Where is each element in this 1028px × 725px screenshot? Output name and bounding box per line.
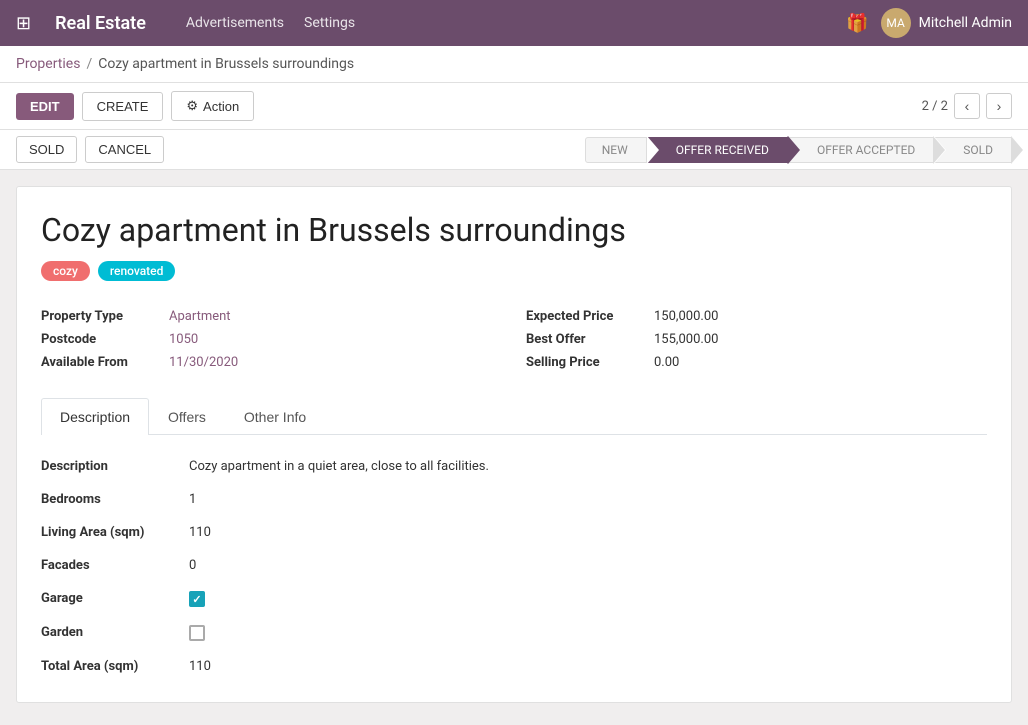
desc-field-facades: Facades 0 [41,554,987,577]
property-title: Cozy apartment in Brussels surroundings [41,211,987,249]
field-property-type: Property Type Apartment [41,305,502,328]
desc-field-total-area: Total Area (sqm) 110 [41,655,987,678]
field-available-from: Available From 11/30/2020 [41,351,502,374]
desc-value-description: Cozy apartment in a quiet area, close to… [189,459,489,474]
top-navigation: ⊞ Real Estate Advertisements Settings 🎁 … [0,0,1028,46]
field-postcode: Postcode 1050 [41,328,502,351]
field-label-expected-price: Expected Price [526,309,646,324]
tag-cozy[interactable]: cozy [41,261,90,281]
gear-icon: ⚙ [186,98,198,114]
checkbox-garage[interactable] [189,591,205,607]
grid-menu-icon[interactable]: ⊞ [16,13,31,34]
field-label-selling-price: Selling Price [526,355,646,370]
tab-offers[interactable]: Offers [149,398,225,435]
desc-value-bedrooms: 1 [189,492,196,507]
property-fields: Property Type Apartment Postcode 1050 Av… [41,305,987,374]
field-label-best-offer: Best Offer [526,332,646,347]
desc-field-bedrooms: Bedrooms 1 [41,488,987,511]
field-value-postcode[interactable]: 1050 [169,332,198,347]
cancel-button[interactable]: CANCEL [85,136,164,163]
fields-right: Expected Price 150,000.00 Best Offer 155… [526,305,987,374]
action-bar: EDIT CREATE ⚙ Action 2 / 2 ‹ › [0,83,1028,130]
user-name: Mitchell Admin [919,15,1012,31]
pipeline-step-offer-accepted[interactable]: OFFER ACCEPTED [788,137,934,163]
action-button[interactable]: ⚙ Action [171,91,254,121]
pager-count: 2 / 2 [922,99,948,114]
form-card: Cozy apartment in Brussels surroundings … [16,186,1012,703]
desc-field-garden: Garden [41,621,987,645]
status-bar: SOLD CANCEL NEW OFFER RECEIVED OFFER ACC… [0,130,1028,170]
desc-value-total-area: 110 [189,659,211,674]
sold-button[interactable]: SOLD [16,136,77,163]
field-value-expected-price: 150,000.00 [654,309,718,324]
pipeline-step-new[interactable]: NEW [585,137,647,163]
desc-label-description: Description [41,459,181,474]
tags: cozy renovated [41,261,987,281]
topnav-right: 🎁 MA Mitchell Admin [846,8,1012,38]
field-best-offer: Best Offer 155,000.00 [526,328,987,351]
create-button[interactable]: CREATE [82,92,164,121]
main-content: Cozy apartment in Brussels surroundings … [0,170,1028,719]
desc-field-description: Description Cozy apartment in a quiet ar… [41,455,987,478]
desc-label-living-area: Living Area (sqm) [41,525,181,540]
pager-next[interactable]: › [986,93,1012,119]
pipeline-step-sold[interactable]: SOLD [934,137,1012,163]
tab-content-description: Description Cozy apartment in a quiet ar… [41,435,987,678]
desc-label-garage: Garage [41,591,181,606]
pipeline: NEW OFFER RECEIVED OFFER ACCEPTED SOLD [585,137,1012,163]
field-label-postcode: Postcode [41,332,161,347]
field-value-selling-price: 0.00 [654,355,679,370]
description-fields: Description Cozy apartment in a quiet ar… [41,455,987,678]
pager-prev[interactable]: ‹ [954,93,980,119]
breadcrumb-separator: / [86,56,92,72]
field-selling-price: Selling Price 0.00 [526,351,987,374]
breadcrumb-parent[interactable]: Properties [16,56,80,72]
tabs: Description Offers Other Info [41,398,987,435]
user-menu[interactable]: MA Mitchell Admin [881,8,1012,38]
avatar: MA [881,8,911,38]
desc-label-total-area: Total Area (sqm) [41,659,181,674]
pager: 2 / 2 ‹ › [922,93,1012,119]
field-expected-price: Expected Price 150,000.00 [526,305,987,328]
pipeline-step-offer-received[interactable]: OFFER RECEIVED [647,137,788,163]
gift-icon[interactable]: 🎁 [846,13,868,34]
nav-advertisements[interactable]: Advertisements [186,15,284,31]
desc-label-garden: Garden [41,625,181,640]
desc-label-facades: Facades [41,558,181,573]
field-label-property-type: Property Type [41,309,161,324]
tab-other-info[interactable]: Other Info [225,398,325,435]
field-value-available-from: 11/30/2020 [169,355,238,370]
nav-links: Advertisements Settings [186,15,355,31]
field-label-available-from: Available From [41,355,161,370]
app-title: Real Estate [55,13,146,34]
desc-field-living-area: Living Area (sqm) 110 [41,521,987,544]
desc-value-facades: 0 [189,558,196,573]
checkbox-garden[interactable] [189,625,205,641]
tab-description[interactable]: Description [41,398,149,435]
field-value-best-offer: 155,000.00 [654,332,718,347]
desc-field-garage: Garage [41,587,987,611]
field-value-property-type[interactable]: Apartment [169,309,231,324]
breadcrumb-current: Cozy apartment in Brussels surroundings [98,56,354,72]
nav-settings[interactable]: Settings [304,15,355,31]
tag-renovated[interactable]: renovated [98,261,175,281]
breadcrumb: Properties / Cozy apartment in Brussels … [0,46,1028,83]
desc-label-bedrooms: Bedrooms [41,492,181,507]
desc-value-living-area: 110 [189,525,211,540]
edit-button[interactable]: EDIT [16,93,74,120]
fields-left: Property Type Apartment Postcode 1050 Av… [41,305,502,374]
